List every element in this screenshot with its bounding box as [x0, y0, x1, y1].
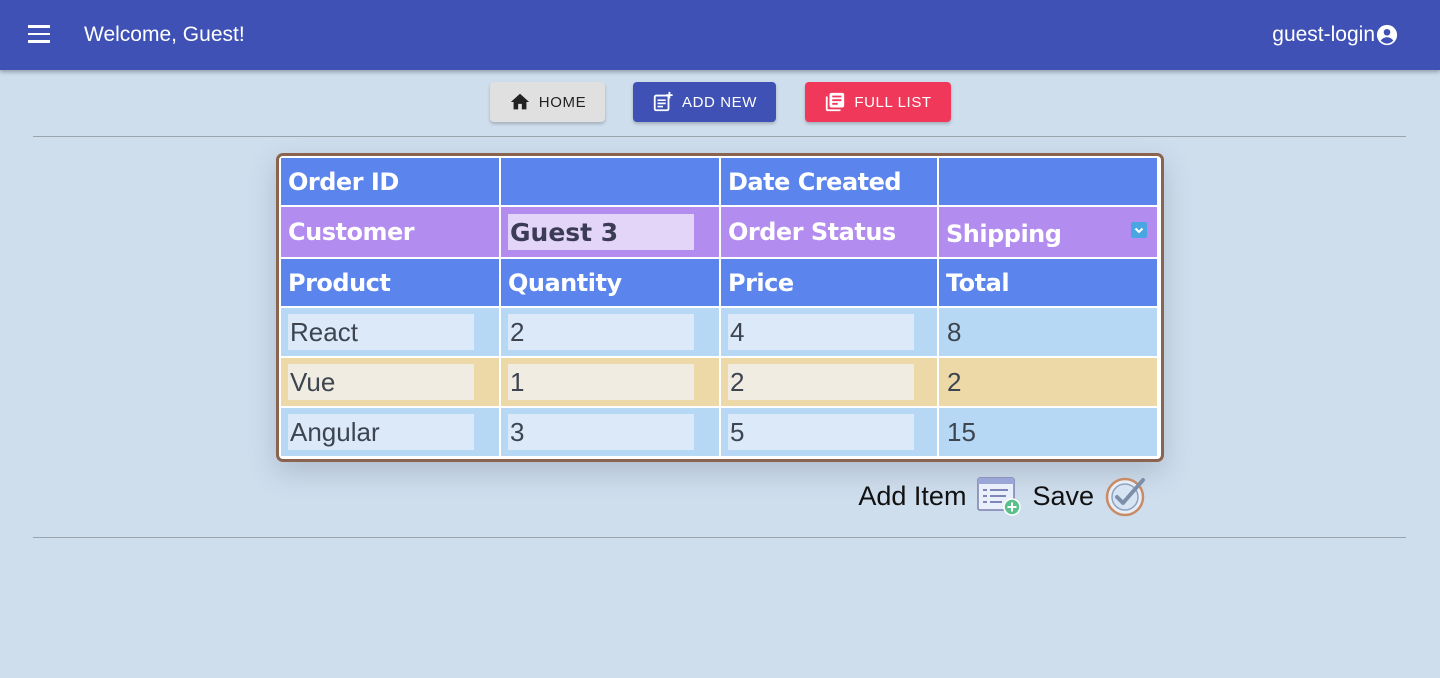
product-input[interactable]: Vue	[288, 364, 474, 400]
product-cell: React	[281, 308, 499, 356]
quantity-cell: 3	[501, 408, 719, 456]
quantity-cell: 2	[501, 308, 719, 356]
quantity-cell: 1	[501, 358, 719, 406]
add-list-icon[interactable]	[976, 475, 1022, 517]
add-new-button[interactable]: ADD NEW	[633, 82, 776, 122]
product-input[interactable]: React	[288, 314, 474, 350]
order-status-select[interactable]: Shipping	[939, 207, 1157, 257]
quantity-input[interactable]: 1	[508, 364, 694, 400]
column-header-product: Product	[281, 259, 499, 306]
quantity-input[interactable]: 2	[508, 314, 694, 350]
menu-icon[interactable]	[28, 25, 52, 45]
save-label[interactable]: Save	[1032, 481, 1094, 512]
chevron-down-icon[interactable]	[1131, 222, 1147, 238]
customer-cell: Guest 3	[501, 207, 719, 257]
total-cell: 15	[939, 408, 1157, 456]
table-actions: Add Item Save	[858, 474, 1148, 518]
bottom-divider	[33, 537, 1406, 538]
price-input[interactable]: 5	[728, 414, 914, 450]
total-cell: 2	[939, 358, 1157, 406]
price-input[interactable]: 4	[728, 314, 914, 350]
column-header-total: Total	[939, 259, 1157, 306]
full-list-button[interactable]: FULL LIST	[805, 82, 951, 122]
product-cell: Vue	[281, 358, 499, 406]
total-cell: 8	[939, 308, 1157, 356]
price-cell: 5	[721, 408, 937, 456]
note-add-icon	[653, 91, 673, 112]
customer-label: Customer	[281, 207, 499, 257]
column-header-price: Price	[721, 259, 937, 306]
account-circle-icon	[1376, 24, 1398, 46]
home-icon	[510, 93, 529, 110]
full-list-button-label: FULL LIST	[854, 93, 932, 111]
welcome-title: Welcome, Guest!	[84, 23, 245, 46]
home-button[interactable]: HOME	[490, 82, 605, 122]
price-input[interactable]: 2	[728, 364, 914, 400]
add-item-label[interactable]: Add Item	[858, 481, 966, 512]
date-created-value	[939, 158, 1157, 205]
product-input[interactable]: Angular	[288, 414, 474, 450]
check-circle-icon[interactable]	[1104, 474, 1148, 518]
account-label: guest-login	[1272, 23, 1375, 46]
top-divider	[33, 136, 1406, 137]
price-cell: 4	[721, 308, 937, 356]
product-cell: Angular	[281, 408, 499, 456]
account-button[interactable]: guest-login	[1272, 23, 1398, 47]
date-created-label: Date Created	[721, 158, 937, 205]
home-button-label: HOME	[538, 93, 587, 111]
library-books-icon	[826, 92, 845, 112]
column-header-quantity: Quantity	[501, 259, 719, 306]
app-bar: Welcome, Guest! guest-login	[0, 0, 1440, 70]
order-table: Order ID Date Created Customer Guest 3 O…	[276, 153, 1164, 462]
quantity-input[interactable]: 3	[508, 414, 694, 450]
order-id-value	[501, 158, 719, 205]
order-status-label: Order Status	[721, 207, 937, 257]
order-status-value: Shipping	[946, 220, 1062, 248]
order-id-label: Order ID	[281, 158, 499, 205]
add-new-button-label: ADD NEW	[681, 93, 758, 111]
price-cell: 2	[721, 358, 937, 406]
customer-input[interactable]: Guest 3	[508, 214, 694, 250]
